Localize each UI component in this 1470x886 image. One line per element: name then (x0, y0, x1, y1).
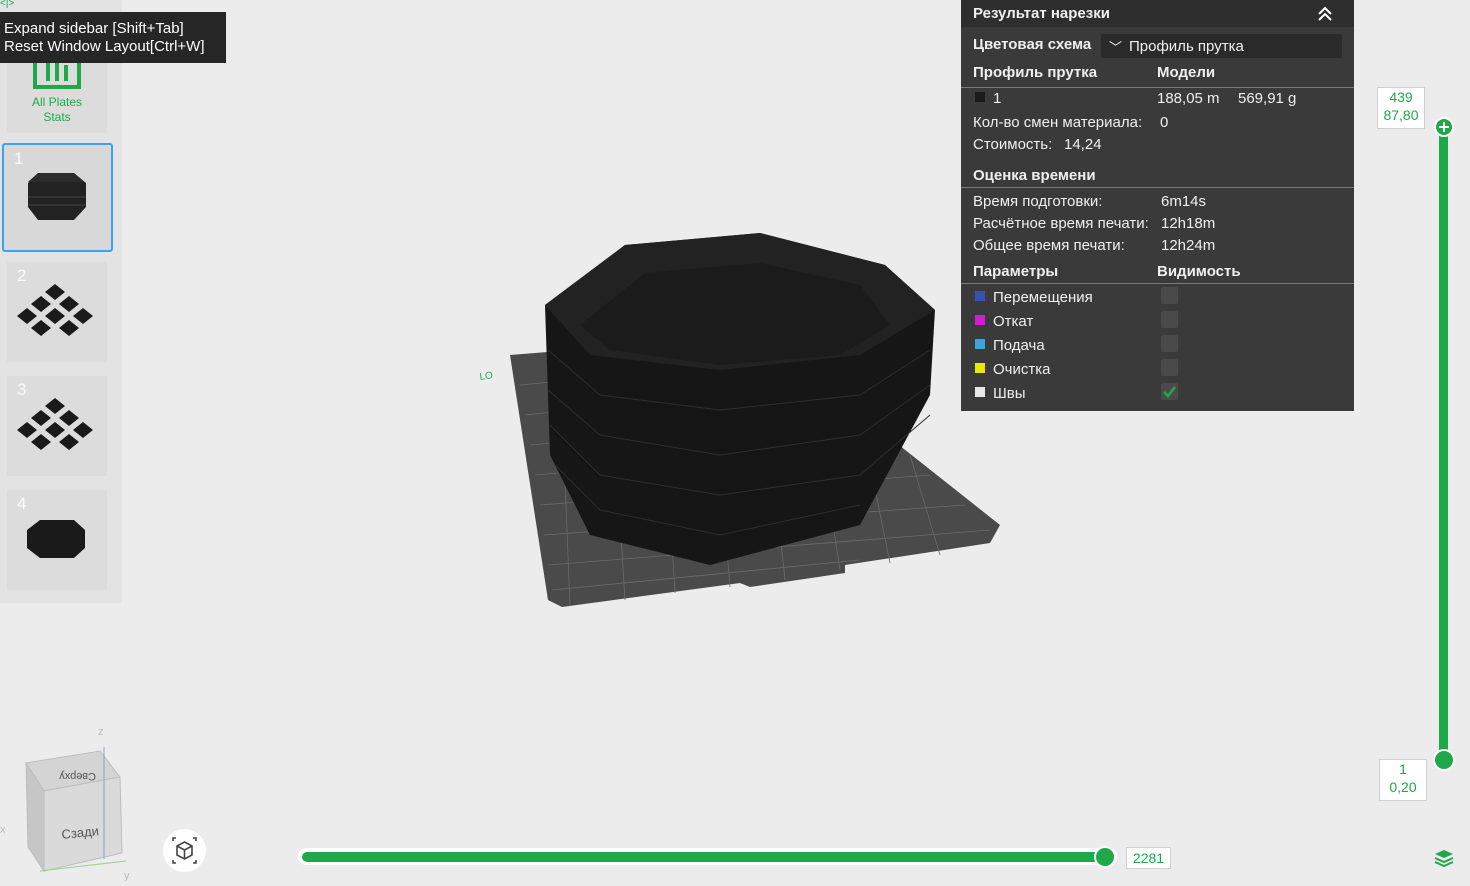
top-layer-number: 439 (1389, 89, 1413, 105)
top-layer-label: 439 87,80 (1377, 87, 1425, 129)
layers-icon[interactable] (1433, 847, 1455, 869)
param-label-retract: Откат (993, 313, 1034, 330)
color-scheme-label: Цветовая схема (973, 36, 1092, 53)
print-bed-3d-view[interactable]: LO (460, 225, 1020, 615)
filament-length: 188,05 m (1157, 90, 1220, 107)
bed-logo-text: LO (479, 370, 494, 383)
plate-thumbnail-3[interactable]: 3 (7, 376, 107, 476)
bottom-layer-label: 1 0,20 (1379, 759, 1427, 801)
tooltip-line-1: Expand sidebar [Shift+Tab] (4, 20, 184, 37)
material-changes-label: Кол-во смен материала: (973, 114, 1143, 131)
retract-visibility-checkbox[interactable] (1161, 311, 1178, 328)
divider (961, 87, 1354, 88)
layer-slider-bottom-thumb[interactable] (1433, 749, 1455, 771)
travel-color-swatch (975, 291, 985, 301)
axis-z-label: z (98, 726, 104, 738)
checkmark-icon (1163, 386, 1176, 398)
total-time-value: 12h24m (1161, 237, 1216, 254)
plate-2-preview-icon (17, 284, 93, 336)
plus-icon (1439, 122, 1449, 132)
layer-slider-track[interactable] (1439, 127, 1448, 760)
extrude-visibility-checkbox[interactable] (1161, 335, 1178, 352)
axis-x-label: x (0, 824, 6, 836)
reset-view-button[interactable] (163, 829, 206, 872)
axis-y-label: y (124, 870, 130, 882)
slice-result-panel: Результат нарезки Цветовая схема ﹀ Профи… (961, 0, 1354, 411)
all-plates-stats-label: All Plates Stats (7, 95, 107, 125)
plate-thumbnail-4[interactable]: 4 (7, 490, 107, 590)
bottom-layer-number: 1 (1399, 761, 1407, 777)
filament-color-swatch (975, 92, 985, 102)
plate-4-preview-icon (27, 520, 85, 558)
visibility-header: Видимость (1157, 263, 1241, 280)
seams-color-swatch (975, 387, 985, 397)
param-label-wipe: Очистка (993, 361, 1051, 378)
top-layer-height: 87,80 (1383, 107, 1419, 123)
move-slider-fill (302, 852, 1104, 862)
travel-visibility-checkbox[interactable] (1161, 287, 1178, 304)
stats-label-line1: All Plates (31, 95, 83, 109)
expand-sidebar-icon[interactable]: <|> (0, 0, 14, 9)
material-changes-value: 0 (1160, 114, 1169, 131)
plate-thumbnail-2[interactable]: 2 (7, 262, 107, 362)
print-time-label: Расчётное время печати: (973, 215, 1149, 232)
retract-color-swatch (975, 315, 985, 325)
prep-time-value: 6m14s (1161, 193, 1207, 210)
chevron-down-icon: ﹀ (1109, 40, 1123, 55)
panel-title: Результат нарезки (973, 5, 1110, 22)
bottom-layer-height: 0,20 (1389, 779, 1417, 795)
collapse-chevron-icon[interactable] (1314, 3, 1336, 25)
params-header: Параметры (973, 263, 1059, 280)
divider (961, 283, 1354, 284)
cost-label: Стоимость: (973, 136, 1053, 153)
view-cube-reset-icon (172, 837, 197, 864)
color-scheme-value: Профиль прутка (1129, 38, 1244, 55)
plates-sidebar: All Plates Stats 1 2 3 4 (0, 0, 122, 603)
move-slider-value: 2281 (1126, 847, 1171, 869)
divider (961, 187, 1354, 188)
sidebar-tooltip: Expand sidebar [Shift+Tab] Reset Window … (0, 12, 226, 63)
print-time-value: 12h18m (1161, 215, 1216, 232)
layer-slider-top-thumb[interactable] (1434, 117, 1454, 137)
wipe-color-swatch (975, 363, 985, 373)
cost-value: 14,24 (1064, 136, 1102, 153)
param-label-extrude: Подача (993, 337, 1045, 354)
plate-thumbnail-1[interactable]: 1 (2, 143, 113, 252)
prep-time-label: Время подготовки: (973, 193, 1103, 210)
models-header: Модели (1157, 64, 1216, 81)
tooltip-line-2: Reset Window Layout[Ctrl+W] (4, 38, 205, 55)
color-scheme-dropdown[interactable]: ﹀ Профиль прутка (1101, 34, 1342, 58)
seams-visibility-checkbox[interactable] (1161, 383, 1178, 400)
filament-id: 1 (993, 90, 1002, 107)
navigation-cube[interactable]: Сверху Сзади z x y (0, 725, 140, 886)
time-estimate-header: Оценка времени (973, 167, 1096, 184)
wipe-visibility-checkbox[interactable] (1161, 359, 1178, 376)
filament-profile-header: Профиль прутка (973, 64, 1098, 81)
stats-label-line2: Stats (43, 110, 71, 124)
move-slider-track[interactable] (298, 848, 1117, 865)
plate-3-preview-icon (17, 398, 93, 450)
extrude-color-swatch (975, 339, 985, 349)
param-label-travel: Перемещения (993, 289, 1093, 306)
plate-1-preview-icon (28, 173, 86, 220)
total-time-label: Общее время печати: (973, 237, 1125, 254)
cube-top-face-label: Сверху (59, 770, 96, 782)
move-slider-thumb[interactable] (1094, 846, 1116, 868)
filament-weight: 569,91 g (1238, 90, 1297, 107)
param-label-seams: Швы (993, 385, 1026, 402)
